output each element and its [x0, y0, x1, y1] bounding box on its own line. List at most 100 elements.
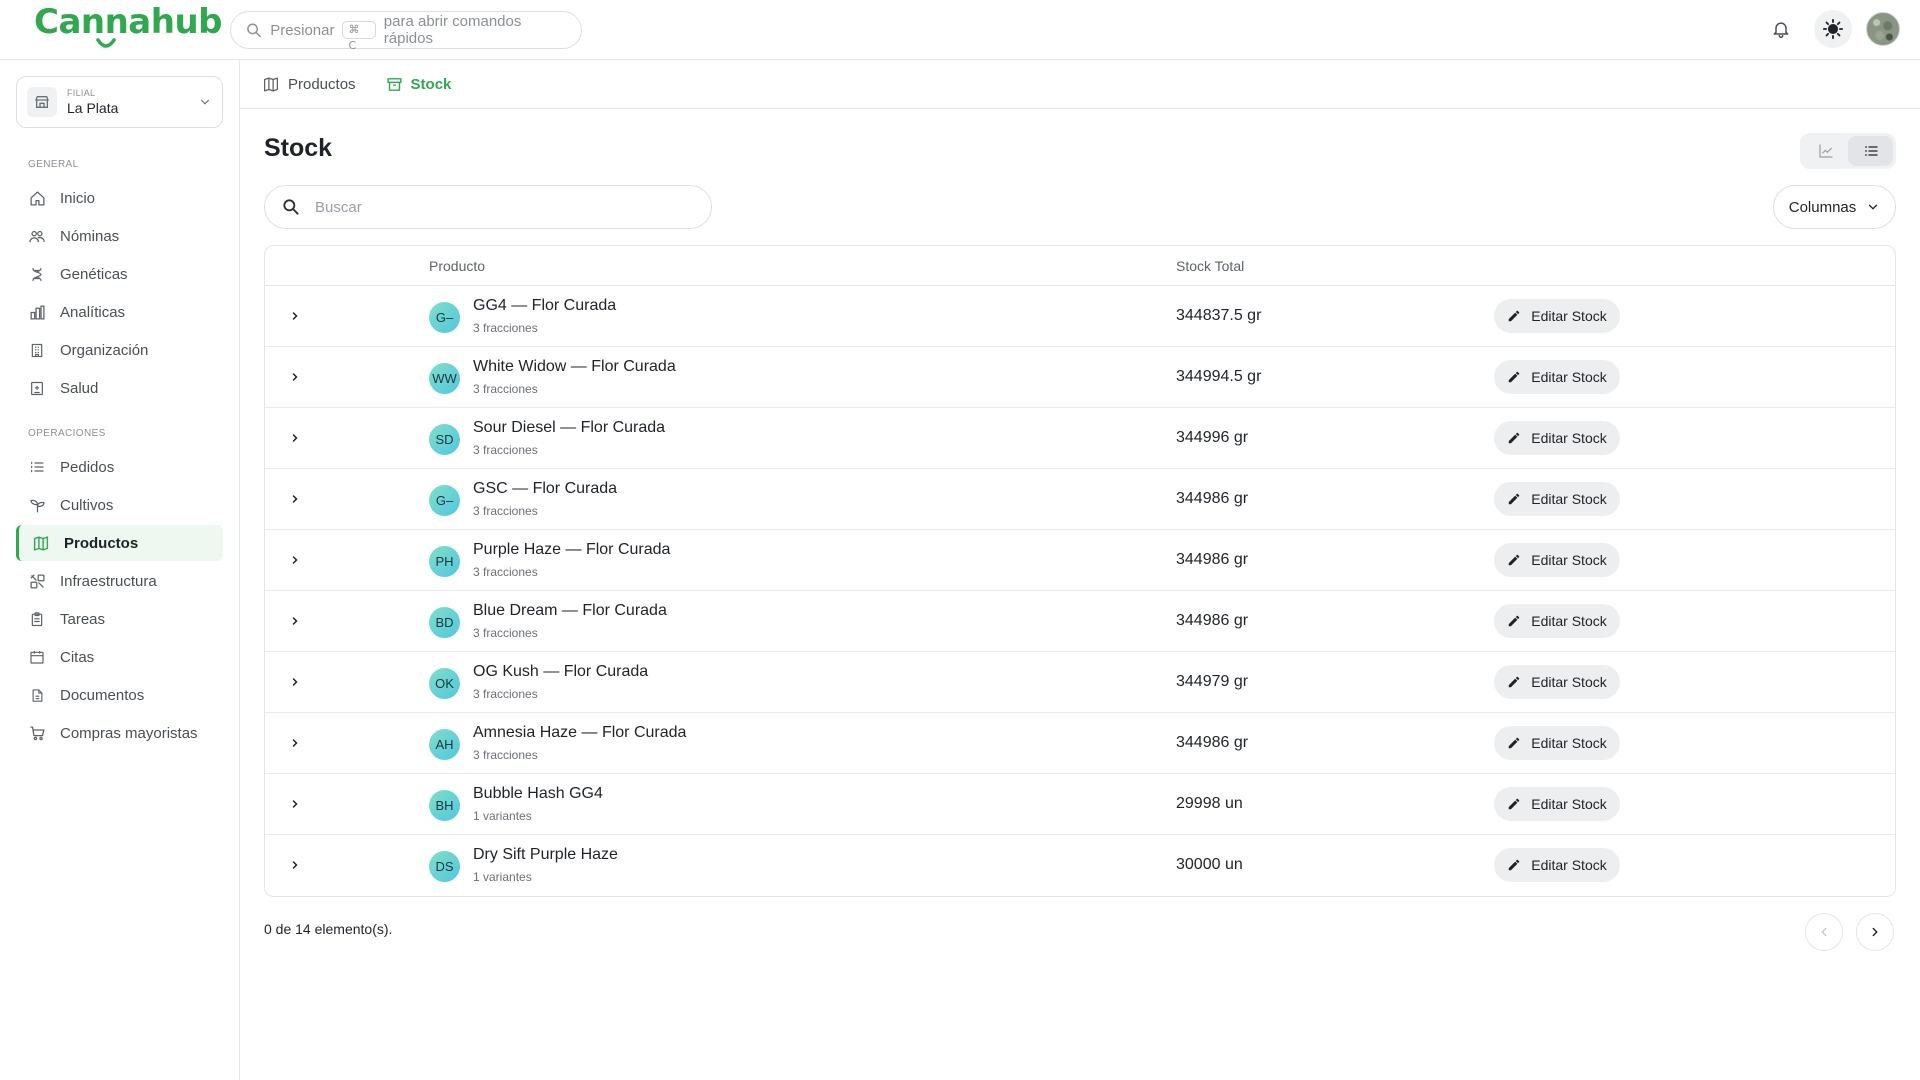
product-avatar: SD [429, 424, 460, 455]
expand-row-button[interactable] [285, 733, 305, 753]
sidebar: FILIAL La Plata GENERAL Inicio Nóminas G… [0, 60, 240, 1080]
product-avatar: PH [429, 546, 460, 577]
expand-row-button[interactable] [285, 306, 305, 326]
stock-total: 30000 un [1176, 856, 1243, 873]
sidebar-item-label: Organización [60, 341, 149, 359]
previous-page-button[interactable] [1805, 913, 1843, 951]
sprout-icon [28, 496, 46, 514]
stock-total: 344994.5 gr [1176, 368, 1262, 385]
user-avatar[interactable] [1866, 12, 1900, 46]
search-input[interactable] [315, 198, 675, 216]
pencil-icon [1509, 676, 1520, 688]
table-row[interactable]: WW White Widow — Flor Curada 3 fracciones 3… [265, 347, 1895, 408]
chevron-right-icon [292, 739, 298, 747]
list-icon [1864, 146, 1878, 156]
chart-view-button[interactable] [1803, 136, 1848, 166]
sidebar-item-label: Inicio [60, 189, 96, 207]
sidebar-item-geneticas[interactable]: Genéticas [16, 256, 223, 292]
table-row[interactable]: BH Bubble Hash GG4 1 variantes 29998 un Edit… [265, 774, 1895, 835]
expand-row-button[interactable] [285, 672, 305, 692]
sidebar-item-documentos[interactable]: Documentos [16, 677, 223, 713]
sidebar-item-tareas[interactable]: Tareas [16, 601, 223, 637]
sidebar-item-citas[interactable]: Citas [16, 639, 223, 675]
list-view-button[interactable] [1848, 136, 1893, 166]
command-search[interactable]: Presionar ⌘ C para abrir comandos rápido… [230, 11, 582, 52]
pencil-icon [1509, 615, 1520, 627]
expand-row-button[interactable] [285, 794, 305, 814]
product-variants: 1 variantes [473, 870, 532, 884]
sidebar-item-analiticas[interactable]: Analíticas [16, 294, 223, 330]
stock-total: 29998 un [1176, 795, 1243, 812]
sidebar-item-pedidos[interactable]: Pedidos [16, 449, 223, 485]
edit-stock-label: Editar Stock [1531, 857, 1607, 873]
edit-stock-button[interactable]: Editar Stock [1494, 665, 1620, 699]
chevron-right-icon [292, 800, 298, 808]
box-icon [263, 76, 279, 92]
columns-button[interactable]: Columnas [1773, 185, 1896, 229]
sidebar-item-salud[interactable]: Salud [16, 370, 223, 406]
column-header-stock[interactable]: Stock Total [1176, 258, 1244, 274]
sidebar-item-infraestructura[interactable]: Infraestructura [16, 563, 223, 599]
edit-stock-label: Editar Stock [1531, 796, 1607, 812]
edit-stock-button[interactable]: Editar Stock [1494, 726, 1620, 760]
table-row[interactable]: BD Blue Dream — Flor Curada 3 fracciones 34… [265, 591, 1895, 652]
chevron-right-icon [292, 678, 298, 686]
tab-productos[interactable]: Productos [262, 76, 356, 93]
edit-stock-button[interactable]: Editar Stock [1494, 482, 1620, 516]
expand-row-button[interactable] [285, 611, 305, 631]
product-avatar: OK [429, 668, 460, 699]
table-row[interactable]: PH Purple Haze — Flor Curada 3 fracciones 3… [265, 530, 1895, 591]
sidebar-item-productos[interactable]: Productos [16, 525, 223, 561]
notifications-button[interactable] [1762, 10, 1800, 48]
expand-row-button[interactable] [285, 855, 305, 875]
app-logo[interactable]: Cannahub [34, 2, 223, 42]
pencil-icon [1509, 859, 1520, 871]
table-row[interactable]: G– GSC — Flor Curada 3 fracciones 344986 gr… [265, 469, 1895, 530]
edit-stock-label: Editar Stock [1531, 613, 1607, 629]
sidebar-item-inicio[interactable]: Inicio [16, 180, 223, 216]
product-variants: 1 variantes [473, 809, 532, 823]
product-variants: 3 fracciones [473, 626, 538, 640]
tab-label: Productos [288, 75, 356, 93]
tab-stock[interactable]: Stock [386, 76, 451, 93]
product-name: OG Kush — Flor Curada [473, 663, 649, 680]
column-header-product[interactable]: Producto [429, 258, 485, 274]
product-avatar: BH [429, 790, 460, 821]
stock-total: 344996 gr [1176, 429, 1249, 446]
pencil-icon [1509, 432, 1520, 444]
table-row[interactable]: SD Sour Diesel — Flor Curada 3 fracciones 3… [265, 408, 1895, 469]
document-icon [28, 686, 46, 704]
stock-total: 344986 gr [1176, 490, 1249, 507]
table-row[interactable]: G– GG4 — Flor Curada 3 fracciones 344837.5 … [265, 286, 1895, 347]
expand-row-button[interactable] [285, 428, 305, 448]
sidebar-item-cultivos[interactable]: Cultivos [16, 487, 223, 523]
table-row[interactable]: DS Dry Sift Purple Haze 1 variantes 30000 u… [265, 835, 1895, 896]
edit-stock-label: Editar Stock [1531, 369, 1607, 385]
product-variants: 3 fracciones [473, 321, 538, 335]
sidebar-item-label: Tareas [60, 610, 106, 628]
branch-caption: FILIAL [67, 88, 96, 98]
edit-stock-button[interactable]: Editar Stock [1494, 787, 1620, 821]
table-row[interactable]: AH Amnesia Haze — Flor Curada 3 fracciones… [265, 713, 1895, 774]
expand-row-button[interactable] [285, 550, 305, 570]
edit-stock-button[interactable]: Editar Stock [1494, 543, 1620, 577]
expand-row-button[interactable] [285, 367, 305, 387]
branch-selector[interactable]: FILIAL La Plata [16, 76, 223, 128]
sidebar-item-compras-mayoristas[interactable]: Compras mayoristas [16, 715, 223, 751]
home-icon [28, 189, 46, 207]
edit-stock-button[interactable]: Editar Stock [1494, 299, 1620, 333]
sidebar-item-nominas[interactable]: Nóminas [16, 218, 223, 254]
next-page-button[interactable] [1856, 913, 1894, 951]
edit-stock-button[interactable]: Editar Stock [1494, 421, 1620, 455]
expand-row-button[interactable] [285, 489, 305, 509]
sidebar-item-label: Citas [60, 648, 95, 666]
theme-toggle-button[interactable] [1814, 10, 1852, 48]
table-row[interactable]: OK OG Kush — Flor Curada 3 fracciones 34497… [265, 652, 1895, 713]
edit-stock-button[interactable]: Editar Stock [1494, 604, 1620, 638]
edit-stock-button[interactable]: Editar Stock [1494, 360, 1620, 394]
edit-stock-button[interactable]: Editar Stock [1494, 848, 1620, 882]
bell-icon [1773, 22, 1789, 39]
sidebar-item-label: Productos [64, 534, 139, 552]
sidebar-item-organizacion[interactable]: Organización [16, 332, 223, 368]
product-name: GSC — Flor Curada [473, 480, 618, 497]
